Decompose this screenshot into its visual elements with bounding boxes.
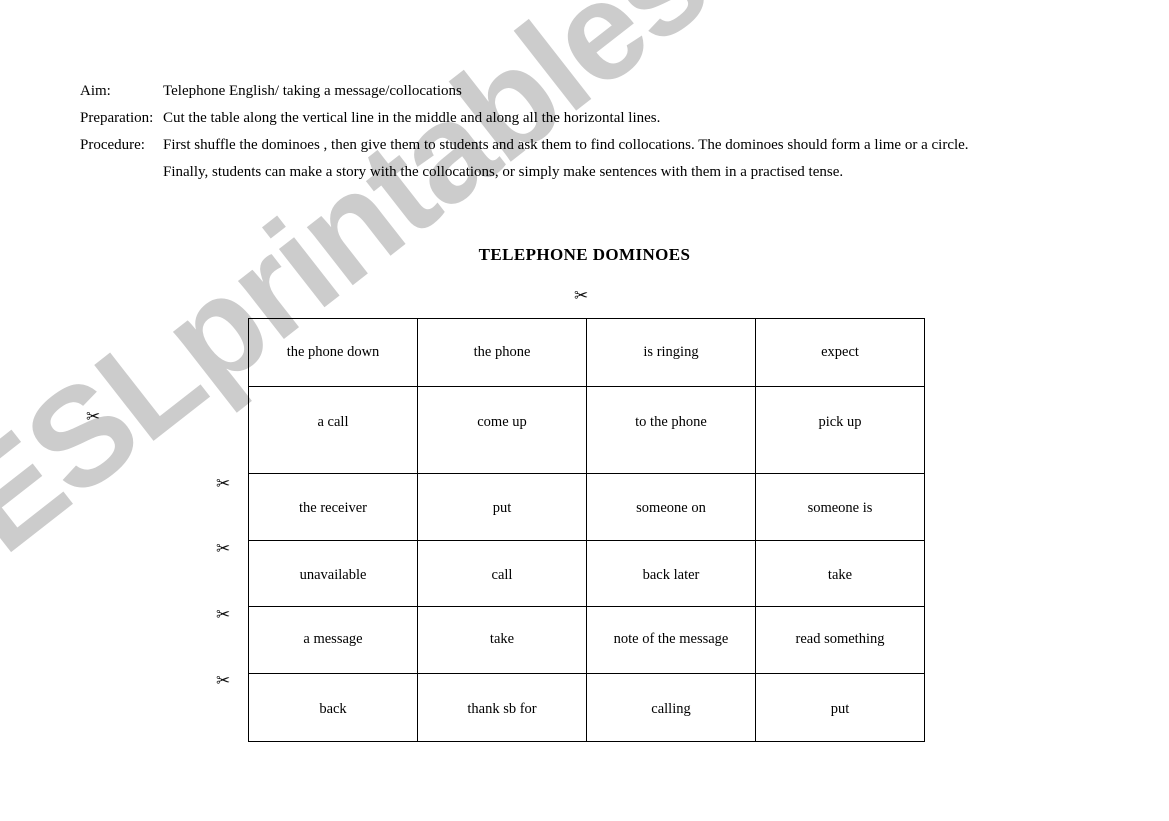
preparation-label: Preparation:: [80, 110, 154, 126]
domino-text: back later: [642, 567, 700, 583]
domino-text: is ringing: [643, 344, 699, 360]
domino-text: pick up: [818, 413, 862, 430]
domino-cell: put: [417, 473, 587, 541]
domino-text: the phone down: [286, 344, 380, 360]
domino-text: a call: [317, 413, 349, 430]
domino-cell: pick up: [755, 386, 925, 474]
domino-text: call: [491, 567, 513, 583]
domino-text: put: [830, 701, 850, 717]
aim-label: Aim:: [80, 83, 111, 99]
instructions-block: Aim: Telephone English/ taking a message/…: [80, 78, 1100, 186]
instruction-row-procedure: Procedure: First shuffle the dominoes , t…: [80, 132, 1100, 159]
domino-cell: a call: [248, 386, 418, 474]
domino-cell: the phone down: [248, 318, 418, 387]
domino-text: thank sb for: [467, 701, 537, 717]
scissors-icon-vertical-cut: ✂: [574, 286, 589, 306]
domino-cell: unavailable: [248, 540, 418, 607]
domino-text: the receiver: [298, 499, 368, 516]
domino-cell: take: [417, 606, 587, 674]
domino-cell: back: [248, 673, 418, 742]
table-row: unavailable call back later take: [248, 540, 925, 607]
domino-text: a message: [303, 630, 363, 647]
domino-text: read something: [795, 630, 885, 647]
domino-text: take: [489, 630, 515, 647]
instruction-row-aim: Aim: Telephone English/ taking a message/…: [80, 78, 1100, 105]
domino-cell: expect: [755, 318, 925, 387]
domino-text: take: [827, 567, 853, 583]
domino-cell: a message: [248, 606, 418, 674]
domino-text: the phone: [473, 344, 531, 360]
instruction-row-preparation: Preparation: Cut the table along the vert…: [80, 105, 1100, 132]
domino-cell: someone is: [755, 473, 925, 541]
table-row: the receiver put someone on someone is: [248, 473, 925, 541]
domino-cell: thank sb for: [417, 673, 587, 742]
domino-cell: read something: [755, 606, 925, 674]
domino-text: back: [319, 701, 347, 717]
scissors-icon-row6: ✂: [216, 671, 231, 691]
domino-text: someone on: [636, 499, 706, 516]
domino-cell: someone on: [586, 473, 756, 541]
table-row: a message take note of the message read …: [248, 606, 925, 674]
table-row: the phone down the phone is ringing expe…: [248, 318, 925, 387]
domino-cell: to the phone: [586, 386, 756, 474]
domino-text: expect: [821, 344, 859, 360]
domino-text: come up: [477, 413, 527, 430]
dominoes-table: the phone down the phone is ringing expe…: [248, 318, 925, 742]
domino-cell: put: [755, 673, 925, 742]
page-title: TELEPHONE DOMINOES: [478, 245, 691, 264]
domino-text: to the phone: [635, 413, 707, 430]
procedure-continuation: Finally, students can make a story with …: [163, 164, 844, 180]
aim-value: Telephone English/ taking a message/coll…: [163, 83, 462, 99]
domino-text: put: [492, 499, 512, 516]
scissors-icon-row4: ✂: [216, 539, 231, 559]
domino-text: calling: [651, 701, 691, 717]
procedure-value: First shuffle the dominoes , then give t…: [163, 137, 969, 153]
domino-cell: come up: [417, 386, 587, 474]
table-row: back thank sb for calling put: [248, 673, 925, 742]
domino-cell: the receiver: [248, 473, 418, 541]
scissors-icon-row3: ✂: [216, 474, 231, 494]
procedure-label: Procedure:: [80, 137, 145, 153]
domino-cell: is ringing: [586, 318, 756, 387]
domino-text: unavailable: [299, 567, 367, 583]
scissors-icon-row5: ✂: [216, 605, 231, 625]
domino-cell: back later: [586, 540, 756, 607]
scissors-icon-row2: ✂: [86, 407, 101, 427]
domino-text: note of the message: [613, 630, 729, 647]
preparation-value: Cut the table along the vertical line in…: [163, 110, 661, 126]
domino-cell: the phone: [417, 318, 587, 387]
domino-cell: take: [755, 540, 925, 607]
domino-text: someone is: [807, 499, 873, 516]
domino-cell: note of the message: [586, 606, 756, 674]
domino-cell: calling: [586, 673, 756, 742]
domino-cell: call: [417, 540, 587, 607]
table-row: a call come up to the phone pick up: [248, 386, 925, 474]
